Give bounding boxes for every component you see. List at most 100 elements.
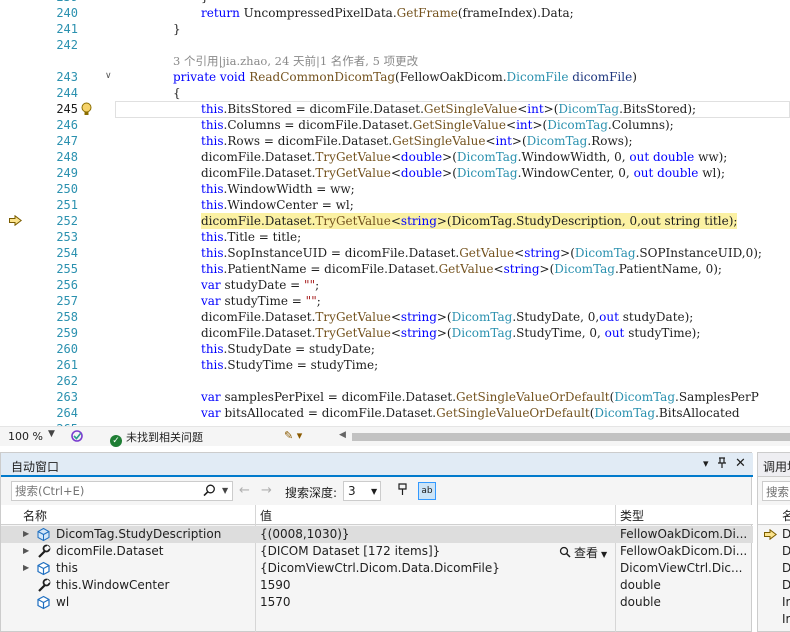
code-line[interactable]: 247 this.Rows = dicomFile.Dataset.GetSing… bbox=[0, 133, 790, 149]
code-text[interactable]: var studyDate = ""; bbox=[201, 277, 319, 293]
autos-value[interactable]: {DicomViewCtrl.Dicom.Data.DicomFile} bbox=[260, 561, 500, 575]
autos-titlebar[interactable]: 自动窗口 ▾ ✕ bbox=[1, 453, 753, 477]
expand-arrow-icon[interactable]: ▶ bbox=[23, 529, 29, 538]
call-stack-row[interactable]: Im bbox=[758, 594, 790, 611]
autos-search-input[interactable] bbox=[15, 483, 200, 499]
search-depth-select[interactable]: 3 ▼ bbox=[343, 481, 381, 501]
code-line[interactable]: 243 private void ReadCommonDicomTag(Fello… bbox=[0, 69, 790, 85]
code-line[interactable]: 260 this.StudyDate = studyDate; bbox=[0, 341, 790, 357]
code-line[interactable]: 249 dicomFile.Dataset.TryGetValue<double>… bbox=[0, 165, 790, 181]
call-stack-search-box[interactable]: 搜索(Ctrl+E) bbox=[762, 481, 790, 501]
call-stack-row[interactable]: Di bbox=[758, 577, 790, 594]
line-number: 252 bbox=[56, 214, 78, 228]
codelens-info[interactable]: 3 个引用|jia.zhao, 24 天前|1 名作者, 5 项更改 bbox=[173, 53, 418, 69]
autos-value[interactable]: 1590 bbox=[260, 578, 291, 592]
code-line[interactable]: 251 this.WindowCenter = wl; bbox=[0, 197, 790, 213]
code-text[interactable]: var bitsAllocated = dicomFile.Dataset.Ge… bbox=[201, 405, 740, 421]
code-text[interactable]: return UncompressedPixelData.GetFrame(fr… bbox=[201, 5, 574, 21]
code-cleanup-icon[interactable]: ✎ ▾ bbox=[284, 429, 302, 442]
code-line[interactable]: 254 this.SopInstanceUID = dicomFile.Datas… bbox=[0, 245, 790, 261]
code-text[interactable]: this.Title = title; bbox=[201, 229, 301, 245]
code-text[interactable]: this.WindowCenter = wl; bbox=[201, 197, 354, 213]
call-stack-row[interactable]: Di bbox=[758, 543, 790, 560]
code-line[interactable]: 264 var bitsAllocated = dicomFile.Dataset… bbox=[0, 405, 790, 421]
horizontal-scrollbar[interactable] bbox=[352, 433, 790, 441]
code-line[interactable]: 255 this.PatientName = dicomFile.Dataset.… bbox=[0, 261, 790, 277]
code-text[interactable]: var studyTime = ""; bbox=[201, 293, 321, 309]
code-text[interactable]: dicomFile.Dataset.TryGetValue<double>(Di… bbox=[201, 149, 727, 165]
autos-row[interactable]: wl 1570 double bbox=[1, 594, 753, 611]
call-stack-column-name[interactable]: 名称 bbox=[782, 507, 790, 524]
collapse-icon[interactable]: ∨ bbox=[105, 72, 114, 81]
code-text[interactable]: { bbox=[173, 85, 181, 101]
expand-arrow-icon[interactable]: ▶ bbox=[23, 563, 29, 572]
autos-value[interactable]: {(0008,1030)} bbox=[260, 527, 350, 541]
intellicode-icon[interactable] bbox=[70, 429, 84, 446]
forward-arrow-icon[interactable]: → bbox=[261, 483, 272, 498]
code-line[interactable]: 263 var samplesPerPixel = dicomFile.Datas… bbox=[0, 389, 790, 405]
code-line[interactable]: 248 dicomFile.Dataset.TryGetValue<double>… bbox=[0, 149, 790, 165]
dropdown-icon[interactable]: ▾ bbox=[703, 457, 709, 470]
code-token: TryGetValue bbox=[315, 310, 391, 324]
back-arrow-icon[interactable]: ← bbox=[239, 483, 250, 498]
autos-row[interactable]: this.WindowCenter 1590 double bbox=[1, 577, 753, 594]
current-statement-code[interactable]: dicomFile.Dataset.TryGetValue<string>(Di… bbox=[201, 213, 738, 229]
autos-row[interactable]: ▶ this {DicomViewCtrl.Dicom.Data.DicomFile… bbox=[1, 560, 753, 577]
autos-row[interactable]: ▶ DicomTag.StudyDescription {(0008,1030)} F… bbox=[1, 526, 753, 543]
close-icon[interactable]: ✕ bbox=[735, 456, 746, 471]
call-stack-titlebar[interactable]: 调用堆栈 bbox=[758, 453, 790, 477]
pin-watch-icon[interactable] bbox=[394, 482, 412, 500]
code-line[interactable]: 256 var studyDate = ""; bbox=[0, 277, 790, 293]
code-line[interactable]: 258 dicomFile.Dataset.TryGetValue<string>… bbox=[0, 309, 790, 325]
autos-value[interactable]: 1570 bbox=[260, 595, 291, 609]
column-header-type[interactable]: 类型 bbox=[620, 507, 644, 524]
code-line[interactable]: 261 this.StudyTime = studyTime; bbox=[0, 357, 790, 373]
code-text[interactable]: this.PatientName = dicomFile.Dataset.Get… bbox=[201, 261, 722, 277]
lightbulb-icon[interactable] bbox=[80, 102, 93, 116]
call-stack-row[interactable]: Di bbox=[758, 560, 790, 577]
code-text[interactable]: this.Rows = dicomFile.Dataset.GetSingleV… bbox=[201, 133, 633, 149]
code-text[interactable]: this.Columns = dicomFile.Dataset.GetSing… bbox=[201, 117, 674, 133]
code-line[interactable]: 246 this.Columns = dicomFile.Dataset.GetS… bbox=[0, 117, 790, 133]
code-token: DicomTag bbox=[451, 310, 513, 324]
code-text[interactable]: this.StudyDate = studyDate; bbox=[201, 341, 375, 357]
view-toggle-button[interactable]: ab bbox=[418, 482, 436, 500]
search-icon[interactable] bbox=[203, 484, 216, 500]
issues-indicator[interactable]: ✓ 未找到相关问题 bbox=[110, 429, 203, 447]
code-line[interactable]: 252 dicomFile.Dataset.TryGetValue<string>… bbox=[0, 213, 790, 229]
pin-icon[interactable] bbox=[717, 457, 727, 472]
column-header-name[interactable]: 名称 bbox=[23, 507, 47, 524]
code-text[interactable]: } bbox=[173, 21, 181, 37]
expand-arrow-icon[interactable]: ▶ bbox=[23, 546, 29, 555]
call-stack-row[interactable]: Di bbox=[758, 526, 790, 543]
code-line[interactable]: 241} bbox=[0, 21, 790, 37]
zoom-dropdown-icon[interactable]: ▼ bbox=[48, 429, 55, 439]
view-visualizer-button[interactable]: 查看 ▼ bbox=[559, 544, 607, 561]
code-text[interactable]: private void ReadCommonDicomTag(FellowOa… bbox=[173, 69, 637, 85]
code-line[interactable]: 253 this.Title = title; bbox=[0, 229, 790, 245]
code-text[interactable]: this.StudyTime = studyTime; bbox=[201, 357, 378, 373]
scroll-left-icon[interactable]: ◀ bbox=[339, 430, 346, 440]
code-text[interactable]: this.SopInstanceUID = dicomFile.Dataset.… bbox=[201, 245, 762, 261]
code-editor[interactable]: 239}240return UncompressedPixelData.GetF… bbox=[0, 0, 790, 426]
code-line[interactable]: 244 { bbox=[0, 85, 790, 101]
code-line[interactable]: 257 var studyTime = ""; bbox=[0, 293, 790, 309]
code-line[interactable]: 240 return UncompressedPixelData.GetFrame… bbox=[0, 5, 790, 21]
code-text[interactable]: dicomFile.Dataset.TryGetValue<string>(Di… bbox=[201, 309, 693, 325]
code-text[interactable]: var samplesPerPixel = dicomFile.Dataset.… bbox=[201, 389, 759, 405]
call-stack-row[interactable]: Im bbox=[758, 611, 790, 628]
autos-value[interactable]: {DICOM Dataset [172 items]} bbox=[260, 544, 440, 558]
zoom-level[interactable]: 100 % bbox=[8, 430, 43, 443]
code-line[interactable]: 259 dicomFile.Dataset.TryGetValue<string>… bbox=[0, 325, 790, 341]
code-text[interactable]: dicomFile.Dataset.TryGetValue<double>(Di… bbox=[201, 165, 725, 181]
code-token: DicomTag bbox=[456, 150, 518, 164]
autos-search-box[interactable]: ▼ bbox=[11, 481, 233, 501]
code-text[interactable]: dicomFile.Dataset.TryGetValue<string>(Di… bbox=[201, 325, 700, 341]
column-header-value[interactable]: 值 bbox=[260, 507, 272, 524]
code-line[interactable]: 242 bbox=[0, 37, 790, 53]
autos-row[interactable]: ▶ dicomFile.Dataset {DICOM Dataset [172 it… bbox=[1, 543, 753, 560]
code-line[interactable]: 250 this.WindowWidth = ww; bbox=[0, 181, 790, 197]
search-options-dropdown-icon[interactable]: ▼ bbox=[222, 486, 228, 495]
code-text[interactable]: this.WindowWidth = ww; bbox=[201, 181, 355, 197]
code-line[interactable]: 262 bbox=[0, 373, 790, 389]
